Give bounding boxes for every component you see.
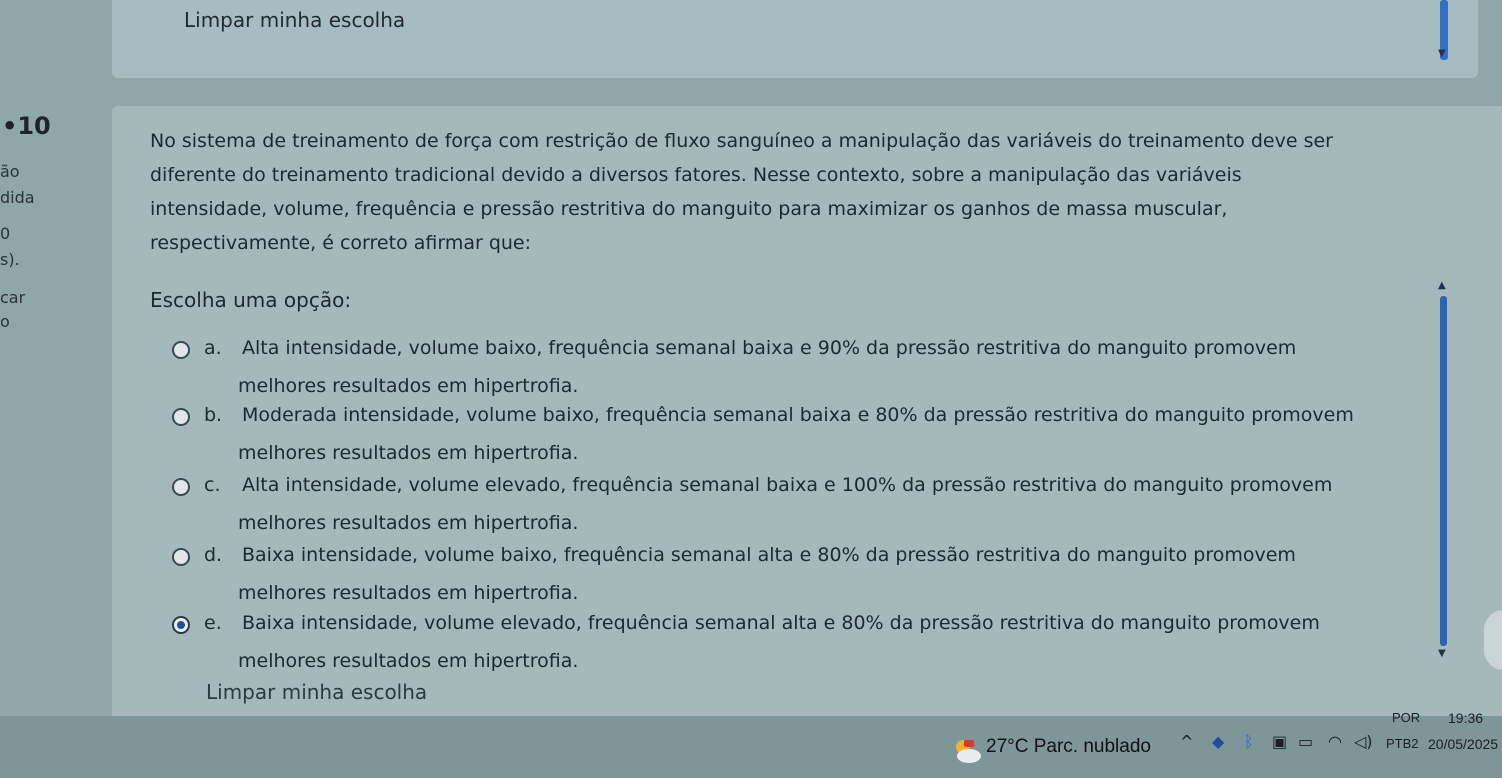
network-drive-icon[interactable]: ◆ bbox=[1212, 732, 1224, 751]
option-text-line1: Alta intensidade, volume elevado, frequê… bbox=[242, 474, 1333, 496]
wifi-icon[interactable]: ◠ bbox=[1328, 732, 1342, 751]
clock-date[interactable]: 20/05/2025 bbox=[1428, 736, 1498, 752]
clock-time[interactable]: 19:36 bbox=[1448, 710, 1483, 726]
choose-option-label: Escolha uma opção: bbox=[150, 288, 352, 312]
question-text-line: diferente do treinamento tradicional dev… bbox=[150, 164, 1242, 186]
language-indicator[interactable]: POR bbox=[1392, 710, 1420, 725]
clear-choice-link-previous[interactable]: Limpar minha escolha bbox=[184, 8, 405, 32]
bluetooth-icon[interactable]: ᛒ bbox=[1244, 732, 1254, 751]
option-text: Moderada intensidade, volume baixo, freq… bbox=[238, 396, 1442, 472]
volume-icon[interactable]: ◁) bbox=[1354, 732, 1373, 751]
question-text-line: No sistema de treinamento de força com r… bbox=[150, 130, 1333, 152]
radio-option-b[interactable] bbox=[172, 408, 190, 426]
scroll-down-arrow-icon[interactable]: ▼ bbox=[1438, 48, 1446, 59]
option-letter: a. bbox=[204, 337, 222, 359]
screen: Limpar minha escolha ▼ •10 ão dida 0 s).… bbox=[0, 0, 1502, 778]
question-number: •10 bbox=[2, 112, 51, 140]
scroll-up-arrow-icon[interactable]: ▲ bbox=[1438, 280, 1446, 291]
question-number-value: 10 bbox=[17, 112, 51, 140]
radio-option-d[interactable] bbox=[172, 548, 190, 566]
question-info-line: ão bbox=[0, 162, 20, 181]
option-text-line1: Baixa intensidade, volume baixo, frequên… bbox=[242, 544, 1296, 566]
battery-icon[interactable]: ▭ bbox=[1298, 732, 1313, 751]
question-info-line: o bbox=[0, 312, 10, 331]
weather-cloud-icon[interactable] bbox=[950, 734, 984, 768]
device-icon[interactable]: ▣ bbox=[1272, 732, 1287, 751]
radio-option-a[interactable] bbox=[172, 341, 190, 359]
question-info-line: 0 bbox=[0, 224, 11, 243]
chevron-up-icon[interactable]: ^ bbox=[1180, 732, 1193, 751]
weather-text[interactable]: 27°C Parc. nublado bbox=[986, 736, 1151, 758]
option-letter: e. bbox=[204, 612, 222, 634]
question-info-line: s). bbox=[0, 250, 20, 269]
keyboard-layout-indicator[interactable]: PTB2 bbox=[1386, 736, 1419, 751]
option-letter: b. bbox=[204, 404, 223, 426]
floating-side-button[interactable] bbox=[1484, 610, 1502, 670]
radio-option-e-selected[interactable] bbox=[172, 616, 190, 634]
scrollbar-thumb[interactable] bbox=[1440, 296, 1447, 646]
clear-choice-link[interactable]: Limpar minha escolha bbox=[206, 680, 427, 704]
flag-question-link[interactable]: car bbox=[0, 288, 25, 307]
question-text-line: intensidade, volume, frequência e pressã… bbox=[150, 198, 1228, 220]
option-text-line2: melhores resultados em hipertrofia. bbox=[238, 650, 579, 672]
option-text-line1: Baixa intensidade, volume elevado, frequ… bbox=[242, 612, 1320, 634]
option-text: Alta intensidade, volume elevado, frequê… bbox=[238, 466, 1442, 542]
question-text: No sistema de treinamento de força com r… bbox=[150, 124, 1450, 260]
option-text: Baixa intensidade, volume elevado, frequ… bbox=[238, 604, 1442, 680]
option-letter: d. bbox=[204, 544, 223, 566]
option-text-line1: Moderada intensidade, volume baixo, freq… bbox=[242, 404, 1354, 426]
question-info-line: dida bbox=[0, 188, 35, 207]
option-text-line1: Alta intensidade, volume baixo, frequênc… bbox=[242, 337, 1297, 359]
option-text: Baixa intensidade, volume baixo, frequên… bbox=[238, 536, 1442, 612]
radio-option-c[interactable] bbox=[172, 478, 190, 496]
option-letter: c. bbox=[204, 474, 221, 496]
option-text: Alta intensidade, volume baixo, frequênc… bbox=[238, 329, 1442, 405]
question-text-line: respectivamente, é correto afirmar que: bbox=[150, 232, 532, 254]
scroll-down-arrow-icon[interactable]: ▼ bbox=[1438, 648, 1446, 659]
